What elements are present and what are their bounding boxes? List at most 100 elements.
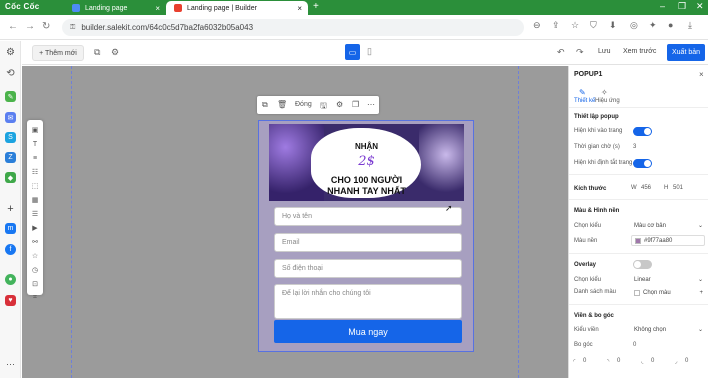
- cart-tool-icon[interactable]: ⊡: [30, 279, 40, 289]
- close-popup-button[interactable]: Đóng: [295, 101, 312, 108]
- list-tool-icon[interactable]: ☰: [30, 209, 40, 219]
- downloads-icon[interactable]: ⤓: [688, 20, 692, 31]
- desktop-view-button[interactable]: ▭: [345, 44, 360, 60]
- message-field[interactable]: Để lại lời nhắn cho chúng tôi: [274, 284, 462, 319]
- show-on-load-toggle[interactable]: [633, 127, 652, 136]
- width-label: W: [631, 185, 637, 191]
- form-tool-icon[interactable]: ☷: [30, 167, 40, 177]
- height-input[interactable]: 501: [673, 185, 683, 191]
- tab-design[interactable]: Thiết kế: [574, 98, 595, 104]
- tab-effect[interactable]: Hiệu ứng: [595, 98, 620, 104]
- tab-builder[interactable]: Landing page | Builder ×: [166, 1, 308, 15]
- tab-close-icon[interactable]: ×: [297, 4, 302, 13]
- corner-top-right-value[interactable]: 0: [617, 358, 620, 364]
- messenger-icon[interactable]: ✉: [5, 112, 16, 123]
- popup-element[interactable]: NHẬN 2$ CHO 100 NGƯỜI NHANH TAY NHẤT Họ …: [258, 120, 474, 352]
- maximize-icon[interactable]: ❐: [678, 1, 686, 12]
- choose-type-select[interactable]: Màu cơ bản ⌄: [631, 220, 705, 231]
- add-new-button[interactable]: + Thêm mới: [32, 45, 84, 61]
- corner-bottom-left-value[interactable]: 0: [651, 358, 654, 364]
- show-on-exit-toggle[interactable]: [633, 159, 652, 168]
- tab-landing-page[interactable]: Landing page ×: [64, 1, 166, 15]
- gear-icon[interactable]: ⚙: [336, 100, 343, 109]
- shield-icon[interactable]: ⛉: [590, 20, 597, 31]
- back-icon[interactable]: ←: [8, 21, 18, 32]
- share-icon[interactable]: ⇪: [552, 20, 560, 31]
- box-tool-icon[interactable]: ⬚: [30, 181, 40, 191]
- text-tool-icon[interactable]: T: [30, 139, 40, 149]
- editor-canvas[interactable]: ⧉ 🗑 Đóng 🖫 ⚙ ❐ ⋯ NHẬN 2$ CHO 100 NGƯỜI N…: [22, 66, 568, 378]
- reload-icon[interactable]: ↻: [42, 21, 50, 32]
- link-tool-icon[interactable]: ⚯: [30, 237, 40, 247]
- overlay-toggle[interactable]: [633, 260, 652, 269]
- copy-icon[interactable]: ❐: [352, 100, 359, 109]
- corner-top-left-value[interactable]: 0: [583, 358, 586, 364]
- facebook-messenger-icon[interactable]: m: [5, 223, 16, 234]
- tab-close-icon[interactable]: ×: [155, 4, 160, 13]
- email-field[interactable]: Email: [274, 233, 462, 252]
- builder-toolbar: + Thêm mới ⧉ ⚙ ▭ ▯ ↶ ↷ Lưu Xem trước Xuấ…: [22, 41, 708, 65]
- name-field[interactable]: Họ và tên: [274, 207, 462, 226]
- image-tool-icon[interactable]: ▣: [30, 125, 40, 135]
- settings-icon[interactable]: ⚙: [111, 47, 119, 58]
- settings-gear-icon[interactable]: ⚙: [5, 47, 16, 58]
- url-field[interactable]: ⚿ builder.salekit.com/64c0c5d7ba2fa6032b…: [62, 19, 524, 36]
- paragraph-tool-icon[interactable]: ≡: [30, 153, 40, 163]
- save-button[interactable]: Lưu: [598, 48, 610, 55]
- phone-field[interactable]: Số điện thoại: [274, 259, 462, 278]
- more-icon[interactable]: ⋯: [5, 359, 16, 370]
- panel-close-icon[interactable]: ×: [699, 70, 704, 79]
- minimize-icon[interactable]: –: [660, 1, 665, 11]
- puzzle-icon[interactable]: ✦: [649, 20, 657, 31]
- new-tab-icon[interactable]: +: [313, 1, 319, 12]
- publish-button[interactable]: Xuất bản: [667, 44, 705, 61]
- section-popup-settings: Thiết lập popup: [574, 114, 619, 120]
- delay-input[interactable]: 3: [633, 144, 636, 150]
- window-close-icon[interactable]: ✕: [696, 1, 704, 12]
- forward-icon[interactable]: →: [25, 21, 35, 32]
- add-sidebar-icon[interactable]: +: [5, 203, 16, 215]
- overlay-type-select[interactable]: Linear ⌄: [631, 274, 705, 285]
- width-input[interactable]: 456: [641, 185, 651, 191]
- ai-chat-icon[interactable]: ✎: [5, 91, 16, 102]
- corner-bottom-right-value[interactable]: 0: [685, 358, 688, 364]
- bg-color-input[interactable]: #9f77aa80: [631, 235, 705, 246]
- frame-tool-icon[interactable]: ⌗: [30, 293, 40, 303]
- delete-icon[interactable]: 🗑: [277, 100, 287, 109]
- salekit-favicon-icon: [72, 4, 80, 12]
- zoom-icon[interactable]: ⊖: [533, 20, 541, 31]
- radius-input[interactable]: 0: [633, 342, 636, 348]
- star-tool-icon[interactable]: ☆: [30, 251, 40, 261]
- duplicate-icon[interactable]: ⧉: [262, 100, 268, 110]
- border-style-select[interactable]: Không chọn ⌄: [631, 324, 705, 335]
- desktop-icon: ▭: [348, 47, 357, 57]
- countdown-tool-icon[interactable]: ◷: [30, 265, 40, 275]
- more-dots-icon[interactable]: ⋯: [367, 100, 375, 109]
- show-on-exit-label: Hiện khi định tắt trang: [574, 160, 633, 166]
- color-list-picker[interactable]: Chọn màu +: [631, 287, 705, 298]
- buy-now-button[interactable]: Mua ngay: [274, 320, 462, 343]
- bookmark-star-icon[interactable]: ☆: [571, 20, 579, 31]
- pocket-icon[interactable]: ♥: [5, 295, 16, 306]
- whatsapp-icon[interactable]: ●: [5, 274, 16, 285]
- undo-icon[interactable]: ↶: [557, 47, 565, 58]
- chevron-down-icon: ⌄: [697, 223, 703, 229]
- show-on-load-label: Hiện khi vào trang: [574, 128, 623, 134]
- save-icon[interactable]: 🖫: [320, 100, 327, 114]
- gallery-tool-icon[interactable]: ▦: [30, 195, 40, 205]
- extension-icon[interactable]: ◎: [630, 20, 638, 31]
- preview-button[interactable]: Xem trước: [623, 48, 656, 55]
- download-arrow-icon[interactable]: ⬇: [609, 20, 617, 31]
- layers-icon[interactable]: ⧉: [94, 47, 100, 58]
- facebook-icon[interactable]: f: [5, 244, 16, 255]
- redo-icon[interactable]: ↷: [576, 47, 584, 58]
- skype-icon[interactable]: S: [5, 132, 16, 143]
- game-icon[interactable]: ◆: [5, 172, 16, 183]
- profile-icon[interactable]: ●: [668, 20, 673, 30]
- address-bar-row: ← → ↻ ⚿ builder.salekit.com/64c0c5d7ba2f…: [0, 15, 708, 40]
- mobile-view-icon[interactable]: ▯: [367, 46, 372, 57]
- video-tool-icon[interactable]: ▶: [30, 223, 40, 233]
- history-icon[interactable]: ⟲: [5, 68, 16, 79]
- zalo-icon[interactable]: Z: [5, 152, 16, 163]
- chevron-down-icon: ⌄: [697, 277, 703, 283]
